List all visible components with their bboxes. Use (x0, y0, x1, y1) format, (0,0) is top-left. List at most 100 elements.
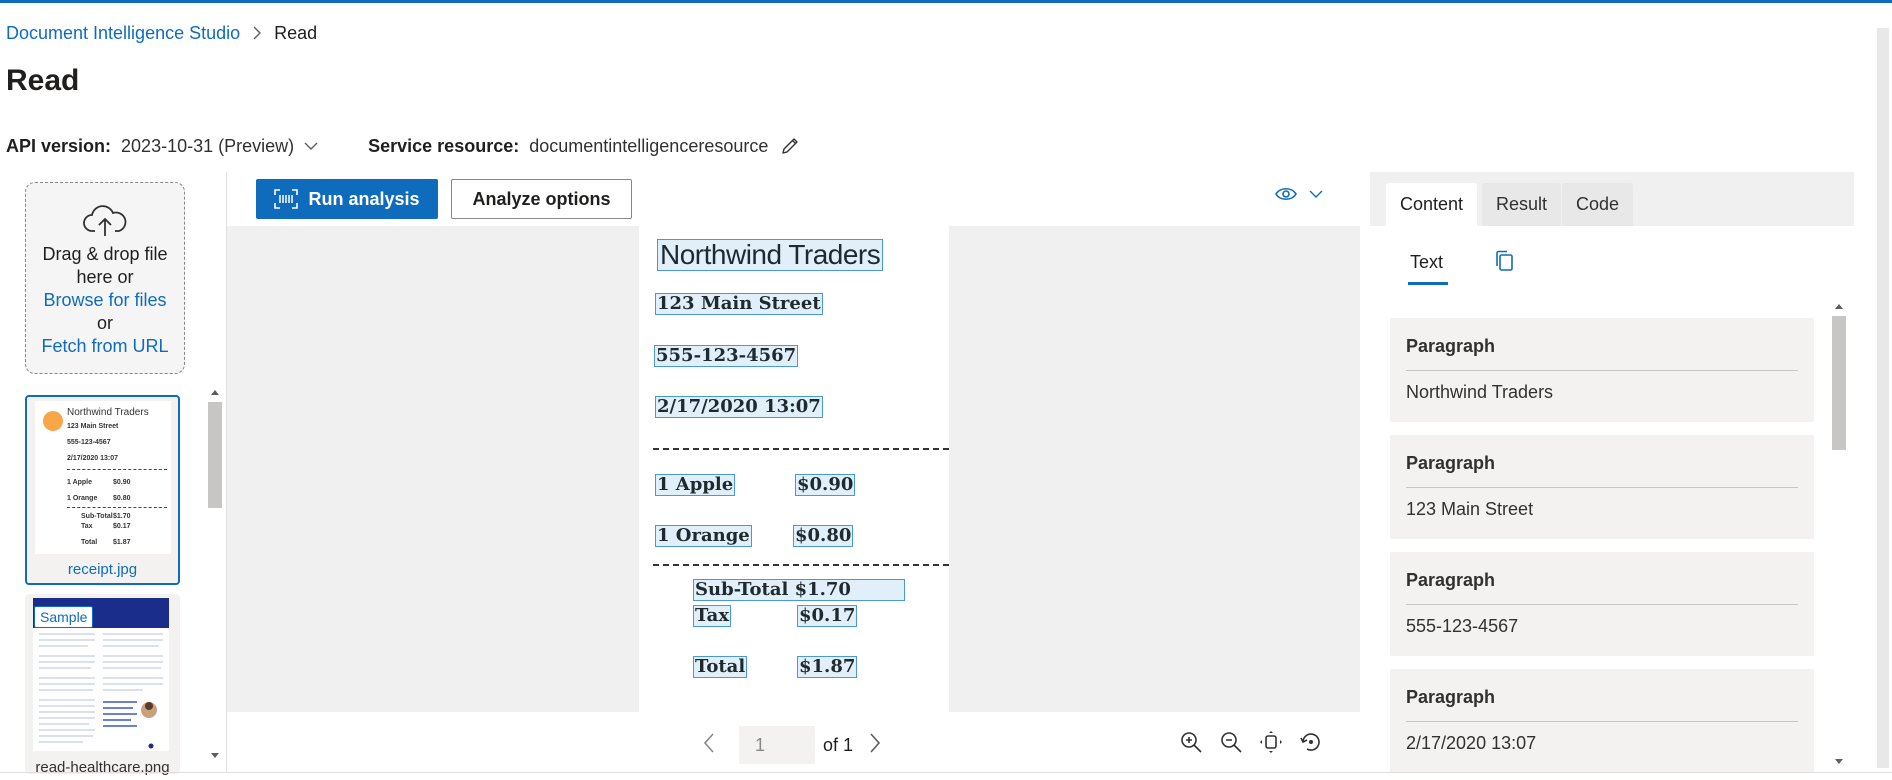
region-item1[interactable]: 1 Apple (655, 474, 736, 496)
orange-marker (43, 411, 63, 431)
thumbnail-scrollbar-thumb[interactable] (208, 402, 222, 508)
scroll-down-icon[interactable] (1834, 758, 1844, 766)
thumbnail-receipt[interactable]: Northwind Traders 123 Main Street 555-12… (25, 395, 180, 585)
tab-code[interactable]: Code (1562, 183, 1634, 226)
mini-divider (67, 469, 167, 470)
scroll-down-icon[interactable] (210, 752, 220, 760)
region-item1-price[interactable]: $0.90 (795, 474, 856, 496)
page-navigation: of 1 (227, 712, 1361, 772)
thumbnail-label-receipt: receipt.jpg (67, 561, 138, 578)
sample-badge: Sample (34, 606, 94, 628)
subtab-active-indicator (1408, 282, 1448, 285)
run-analysis-button[interactable]: Run analysis (256, 179, 438, 219)
scroll-up-icon[interactable] (210, 388, 220, 396)
card-divider (1406, 487, 1798, 488)
mini-receipt-item2: 1 Orange (67, 495, 98, 502)
card-divider (1406, 604, 1798, 605)
region-total[interactable]: Total (693, 656, 748, 678)
zoom-out-icon[interactable] (1219, 730, 1243, 754)
cloud-upload-icon (26, 205, 184, 237)
paragraph-card[interactable]: Paragraph 2/17/2020 13:07 (1390, 669, 1814, 772)
rotate-icon[interactable] (1299, 730, 1323, 754)
region-item2[interactable]: 1 Orange (655, 525, 752, 547)
paragraph-text: Northwind Traders (1406, 382, 1554, 402)
paragraph-heading: Paragraph (1406, 453, 1496, 473)
region-total-value[interactable]: $1.87 (797, 656, 858, 678)
pencil-icon[interactable] (780, 136, 800, 156)
tab-content[interactable]: Content (1386, 183, 1478, 226)
page-number-input[interactable] (739, 726, 815, 764)
paragraph-text: 555-123-4567 (1406, 616, 1519, 636)
thumbnail-scrollbar[interactable] (206, 384, 224, 764)
subtab-text[interactable]: Text (1410, 252, 1443, 273)
page-scrollbar[interactable] (1874, 28, 1892, 768)
thumbnail-label-healthcare: read-healthcare.png (35, 759, 170, 776)
fit-page-icon[interactable] (1259, 730, 1283, 754)
chevron-down-icon (1309, 190, 1323, 198)
dropzone-text-line2: here or (76, 267, 134, 287)
zoom-in-icon[interactable] (1179, 730, 1203, 754)
region-subtotal[interactable]: Sub-Total $1.70 (693, 579, 905, 601)
mini-receipt-tax: Tax (81, 523, 93, 530)
top-accent-bar (0, 0, 1892, 3)
region-phone[interactable]: 555-123-4567 (654, 345, 799, 367)
chevron-left-icon[interactable] (702, 732, 716, 754)
results-tabbar: Content Result Code (1370, 172, 1854, 226)
eye-icon (1275, 187, 1297, 201)
mini-divider (67, 507, 167, 508)
region-datetime[interactable]: 2/17/2020 13:07 (655, 396, 823, 418)
paragraph-text: 123 Main Street (1406, 499, 1534, 519)
bottom-divider (0, 772, 1892, 773)
browse-files-link[interactable]: Browse for files (26, 289, 184, 312)
paragraph-card[interactable]: Paragraph Northwind Traders (1390, 318, 1814, 422)
scroll-up-icon[interactable] (1834, 302, 1844, 310)
mini-receipt-tax-value: $0.17 (113, 523, 131, 530)
content-subtabs: Text (1370, 226, 1854, 286)
paragraph-list: Paragraph Northwind Traders Paragraph 12… (1390, 318, 1814, 772)
mini-receipt-phone: 555-123-4567 (67, 439, 111, 446)
file-panel: Drag & drop file here or Browse for file… (0, 172, 226, 776)
meta-row: API version: 2023-10-31 (Preview) Servic… (6, 134, 800, 158)
fetch-url-link[interactable]: Fetch from URL (26, 335, 184, 358)
document-viewer: Run analysis Analyze options Northwind T… (226, 172, 1361, 772)
copy-icon[interactable] (1494, 250, 1514, 272)
paragraph-text: 2/17/2020 13:07 (1406, 733, 1537, 753)
region-address[interactable]: 123 Main Street (655, 293, 823, 315)
mini-receipt-address: 123 Main Street (67, 423, 119, 430)
chevron-down-icon[interactable] (304, 141, 318, 151)
chevron-right-icon[interactable] (868, 732, 882, 754)
view-toggle[interactable] (1275, 186, 1323, 202)
breadcrumb-current: Read (274, 22, 318, 43)
mini-receipt-item1: 1 Apple (67, 479, 93, 486)
results-panel: Content Result Code Text Paragraph North… (1370, 172, 1854, 772)
receipt-divider (653, 448, 949, 450)
api-version-label: API version: (6, 135, 112, 156)
analyze-options-button[interactable]: Analyze options (451, 179, 632, 219)
file-dropzone[interactable]: Drag & drop file here or Browse for file… (25, 182, 185, 374)
results-scrollbar[interactable] (1830, 296, 1848, 772)
card-divider (1406, 721, 1798, 722)
viewer-toolbar: Run analysis Analyze options (227, 172, 1361, 226)
region-item2-price[interactable]: $0.80 (793, 525, 854, 547)
breadcrumb-root-link[interactable]: Document Intelligence Studio (6, 23, 240, 44)
mini-receipt-datetime: 2/17/2020 13:07 (67, 455, 118, 462)
page-scrollbar-thumb[interactable] (1877, 28, 1889, 768)
mini-receipt-item1-price: $0.90 (113, 479, 131, 486)
mini-receipt-total: Total (81, 539, 98, 546)
thumbnail-read-healthcare[interactable]: Sample read-healthcare.png (25, 594, 180, 776)
paragraph-heading: Paragraph (1406, 687, 1496, 707)
paragraph-card[interactable]: Paragraph 555-123-4567 (1390, 552, 1814, 656)
api-version-dropdown[interactable]: 2023-10-31 (Preview) (121, 136, 294, 157)
card-divider (1406, 370, 1798, 371)
results-scrollbar-thumb[interactable] (1832, 316, 1846, 450)
region-tax-value[interactable]: $0.17 (797, 605, 858, 627)
mini-receipt-item2-price: $0.80 (113, 495, 131, 502)
paragraph-card[interactable]: Paragraph 123 Main Street (1390, 435, 1814, 539)
tab-result[interactable]: Result (1482, 183, 1562, 226)
receipt-thumbnail-image: Northwind Traders 123 Main Street 555-12… (35, 401, 171, 554)
region-tax[interactable]: Tax (693, 605, 732, 627)
service-resource-label: Service resource: (368, 135, 520, 156)
mini-receipt-title: Northwind Traders (67, 407, 149, 418)
page-count-label: of 1 (823, 735, 854, 755)
region-title[interactable]: Northwind Traders (657, 239, 884, 271)
